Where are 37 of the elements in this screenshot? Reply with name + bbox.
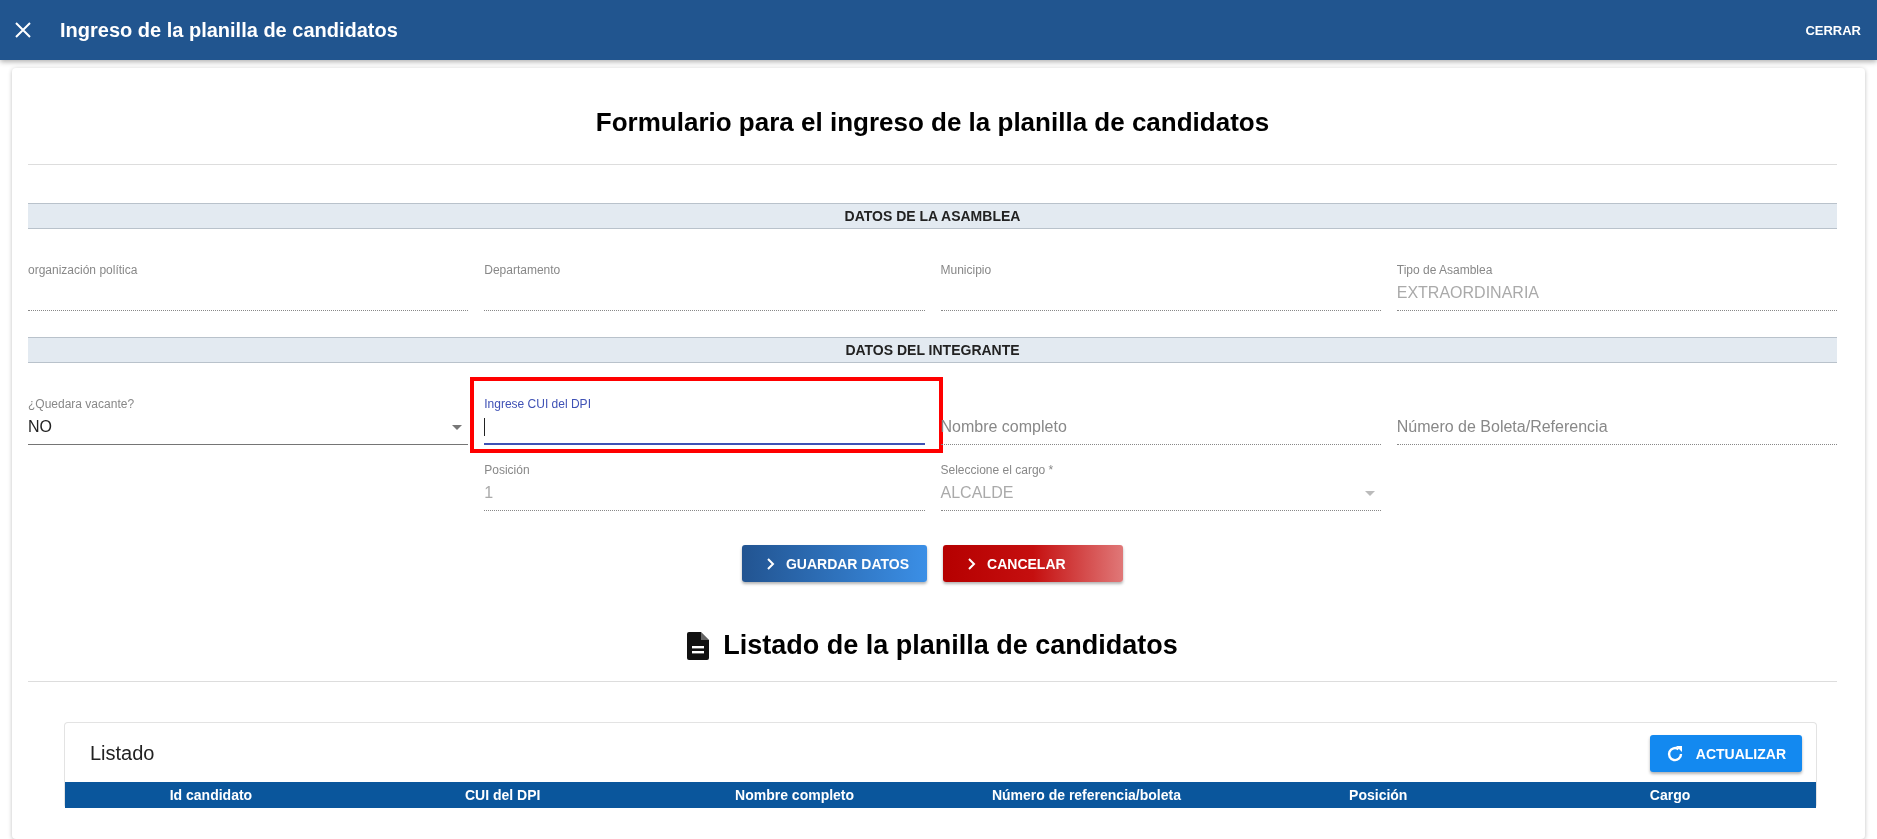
close-button[interactable]: CERRAR (1805, 16, 1861, 44)
section-title: Listado de la planilla de candidatos (723, 630, 1178, 661)
input-field: EXTRAORDINARIA (1396, 279, 1837, 311)
field-label: organización política (28, 263, 139, 279)
section-header: DATOS DEL INTEGRANTE (28, 337, 1837, 363)
column-header: Nombre completo (734, 786, 856, 805)
field-label: Tipo de Asamblea (1396, 263, 1494, 279)
dropdown-caret-icon (1364, 490, 1375, 496)
dialog-title: Ingreso de la planilla de candidatos (60, 18, 399, 42)
field-label: ¿Quedara vacante? (28, 397, 136, 413)
field-label: Posición (484, 463, 531, 479)
chevron-icon (967, 557, 978, 570)
column-header: CUI del DPI (464, 786, 542, 805)
field-label: Ingrese CUI del DPI (484, 397, 592, 413)
field-label: Departamento (484, 263, 562, 279)
form-title: Formulario para el ingreso de la planilla de candidatos (595, 106, 1270, 138)
save-button[interactable]: GUARDAR DATOS (741, 545, 928, 582)
text-cursor (484, 417, 486, 436)
select-field: ALCALDE (940, 479, 1381, 511)
input-field: 1 (484, 479, 925, 511)
column-header: Número de referencia/boleta (990, 786, 1182, 805)
select-field[interactable]: NO (28, 413, 469, 445)
close-icon[interactable] (14, 21, 32, 39)
column-header: Id candidato (168, 786, 254, 805)
field-label: Municipio (940, 263, 993, 279)
refresh-icon (1665, 744, 1684, 763)
column-header: Posición (1348, 786, 1409, 805)
column-header: Cargo (1648, 786, 1692, 805)
chevron-icon (765, 557, 776, 570)
input-field: Número de Boleta/Referencia (1396, 413, 1837, 445)
document-icon (687, 631, 710, 660)
dropdown-caret-icon (452, 424, 463, 430)
refresh-button[interactable]: ACTUALIZAR (1649, 735, 1802, 772)
field-label: Seleccione el cargo * (940, 463, 1055, 479)
cancel-button[interactable]: CANCELAR (943, 545, 1124, 582)
card-title: Listado (90, 742, 155, 765)
section-header: DATOS DE LA ASAMBLEA (28, 203, 1837, 229)
